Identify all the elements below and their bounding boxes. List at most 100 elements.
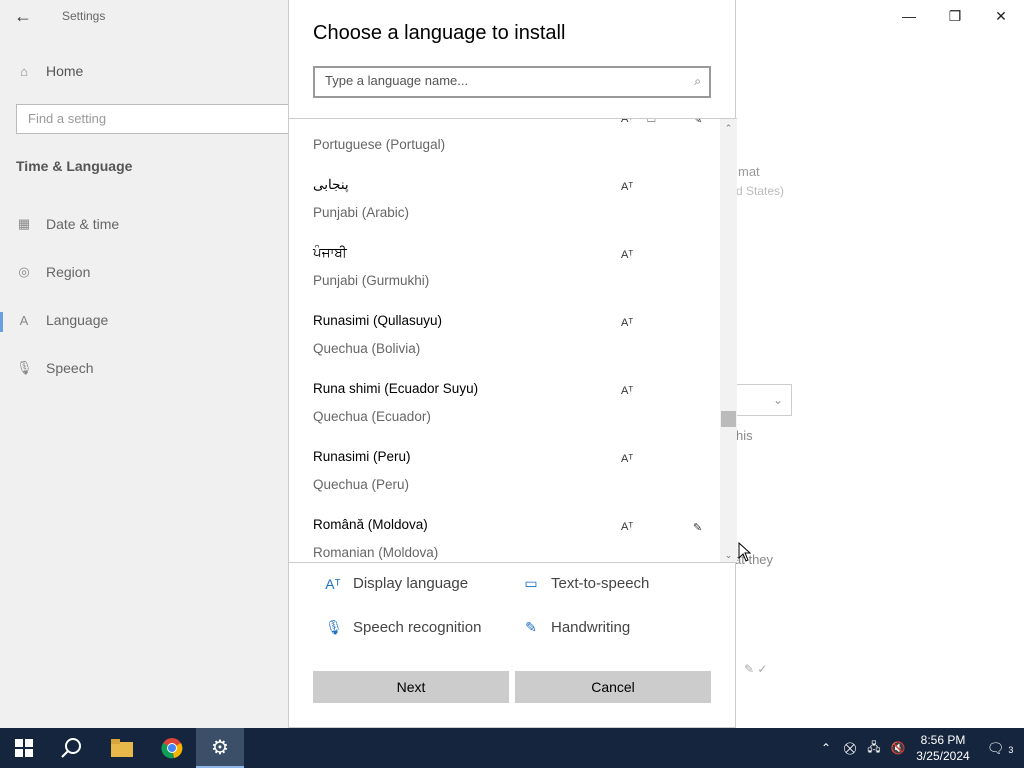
language-english-name: Quechua (Ecuador) (313, 409, 431, 424)
legend-handwriting: ✎ Handwriting (523, 619, 630, 636)
folder-icon (111, 739, 133, 757)
chrome-button[interactable] (148, 728, 196, 768)
sidebar-item-label: Date & time (46, 216, 120, 232)
restore-button[interactable]: ❐ (932, 0, 978, 32)
close-button[interactable]: ✕ (978, 0, 1024, 32)
taskbar: ⚙ ⌃ ⛒ 🖧 🔇 8:56 PM 3/25/2024 🗨 3 (0, 728, 1024, 768)
home-link[interactable]: ⌂ Home (16, 63, 83, 79)
bg-format-text: mat (738, 164, 760, 179)
language-search-input[interactable]: Type a language name... ⌕ (313, 66, 711, 98)
list-item[interactable]: Runa shimi (Ecuador Suyu) Quechua (Ecuad… (313, 377, 713, 445)
display-language-icon: Aᵀ (325, 575, 341, 592)
section-title: Time & Language (16, 158, 133, 174)
settings-taskbar-button[interactable]: ⚙ (196, 728, 244, 768)
sidebar-item-language[interactable]: A Language (16, 312, 109, 328)
gear-icon: ⚙ (211, 736, 229, 759)
windows-logo-icon (15, 739, 33, 757)
clock-time: 8:56 PM (920, 733, 966, 747)
legend-label: Speech recognition (353, 619, 482, 636)
language-icon: A (19, 312, 29, 328)
scroll-thumb[interactable] (721, 411, 736, 427)
app-title: Settings (62, 9, 106, 23)
list-item[interactable]: Runasimi (Peru) Quechua (Peru) Aᵀ (313, 445, 713, 513)
text-to-speech-icon: ▭ (524, 575, 538, 591)
search-icon (61, 738, 81, 758)
system-tray: ⌃ ⛒ 🖧 🔇 8:56 PM 3/25/2024 🗨 3 (814, 728, 1024, 768)
language-list[interactable]: Portuguese (Portugal) Aᵀ ⌴ ✎ پنجابی Punj… (289, 118, 737, 563)
language-native-name: Runasimi (Qullasuyu) (313, 313, 443, 328)
language-native-name: ਪੰਜਾਬੀ (313, 245, 347, 260)
language-english-name: Punjabi (Arabic) (313, 205, 410, 220)
dialog-title: Choose a language to install (313, 22, 566, 44)
sidebar-item-label: Language (46, 312, 109, 328)
language-native-name: Runa shimi (Ecuador Suyu) (313, 381, 479, 396)
legend-text-to-speech: ▭ Text-to-speech (523, 575, 649, 592)
notification-count: 3 (1008, 744, 1014, 755)
next-button[interactable]: Next (313, 671, 509, 703)
language-native-name: Română (Moldova) (313, 517, 428, 532)
minimize-button[interactable]: — (886, 0, 932, 32)
notification-center-button[interactable]: 🗨 3 (976, 740, 1024, 757)
sidebar-item-speech[interactable]: 🎙 Speech (16, 360, 93, 376)
clock-date: 3/25/2024 (916, 749, 970, 763)
list-item[interactable]: Română (Moldova) Romanian (Moldova) Aᵀ ✎ (313, 513, 713, 562)
find-setting-input[interactable]: Find a setting (16, 104, 306, 134)
display-language-icon: Aᵀ (621, 181, 634, 193)
microphone-icon: 🎙 (16, 360, 33, 375)
volume-muted-icon[interactable]: 🔇 (886, 741, 910, 755)
language-english-name: Quechua (Bolivia) (313, 341, 421, 356)
home-label: Home (46, 63, 84, 79)
search-placeholder: Type a language name... (325, 73, 469, 88)
list-item[interactable]: Runasimi (Qullasuyu) Quechua (Bolivia) A… (313, 309, 713, 377)
bg-feature-icons: ✎ ✓ (744, 662, 768, 676)
display-language-icon: Aᵀ (621, 118, 634, 125)
display-language-icon: Aᵀ (621, 385, 634, 397)
list-scrollbar[interactable]: ⌃ ⌄ (720, 119, 737, 562)
display-language-icon: Aᵀ (621, 249, 634, 261)
list-item[interactable]: ਪੰਜਾਬੀ Punjabi (Gurmukhi) Aᵀ (313, 241, 713, 309)
display-language-icon: Aᵀ (621, 521, 634, 533)
bg-region-text: d States) (736, 184, 785, 198)
scroll-down-arrow-icon[interactable]: ⌄ (720, 548, 737, 562)
chevron-up-icon[interactable]: ⌃ (814, 741, 838, 755)
display-language-icon: Aᵀ (621, 453, 634, 465)
list-item[interactable]: پنجابی Punjabi (Arabic) Aᵀ (313, 173, 713, 241)
window-controls: — ❐ ✕ (886, 0, 1024, 32)
handwriting-icon: ✎ (693, 522, 703, 534)
network-warning-icon[interactable]: ⛒ (838, 741, 862, 756)
bg-this-text: his (736, 428, 753, 443)
handwriting-icon: ✎ (693, 118, 703, 126)
sidebar-item-region[interactable]: ◎ Region (16, 264, 90, 280)
cancel-button[interactable]: Cancel (515, 671, 711, 703)
language-english-name: Quechua (Peru) (313, 477, 410, 492)
back-button[interactable]: ← (8, 2, 38, 30)
language-english-name: Romanian (Moldova) (313, 545, 439, 560)
network-icon[interactable]: 🖧 (862, 738, 886, 759)
bg-dropdown[interactable]: ⌄ (736, 384, 792, 416)
notification-icon: 🗨 (986, 739, 1005, 756)
legend-label: Text-to-speech (551, 575, 650, 592)
search-icon: ⌕ (694, 74, 701, 88)
file-explorer-button[interactable] (98, 728, 146, 768)
clock[interactable]: 8:56 PM 3/25/2024 (910, 732, 976, 764)
speech-icon: ⌴ (647, 118, 656, 125)
chrome-icon (161, 738, 183, 759)
legend-speech-recognition: 🎙 Speech recognition (325, 619, 481, 636)
language-english-name: Punjabi (Gurmukhi) (313, 273, 430, 288)
sidebar-item-label: Region (46, 264, 91, 280)
start-button[interactable] (0, 728, 48, 768)
globe-icon: ◎ (18, 264, 30, 279)
language-install-dialog: Choose a language to install Type a lang… (288, 0, 737, 728)
handwriting-icon: ✎ (525, 619, 537, 635)
display-language-icon: Aᵀ (621, 317, 634, 329)
language-native-name: پنجابی (313, 177, 349, 192)
home-icon: ⌂ (20, 63, 28, 79)
microphone-icon: 🎙 (325, 619, 343, 635)
legend-display-language: Aᵀ Display language (325, 575, 468, 592)
calendar-clock-icon: ▦ (17, 216, 31, 231)
scroll-up-arrow-icon[interactable]: ⌃ (720, 121, 737, 135)
search-button[interactable] (48, 728, 96, 768)
list-item[interactable]: Portuguese (Portugal) Aᵀ ⌴ ✎ (313, 118, 713, 173)
feature-legend: Aᵀ Display language ▭ Text-to-speech 🎙 S… (289, 563, 737, 663)
sidebar-item-date-time[interactable]: ▦ Date & time (16, 216, 119, 232)
